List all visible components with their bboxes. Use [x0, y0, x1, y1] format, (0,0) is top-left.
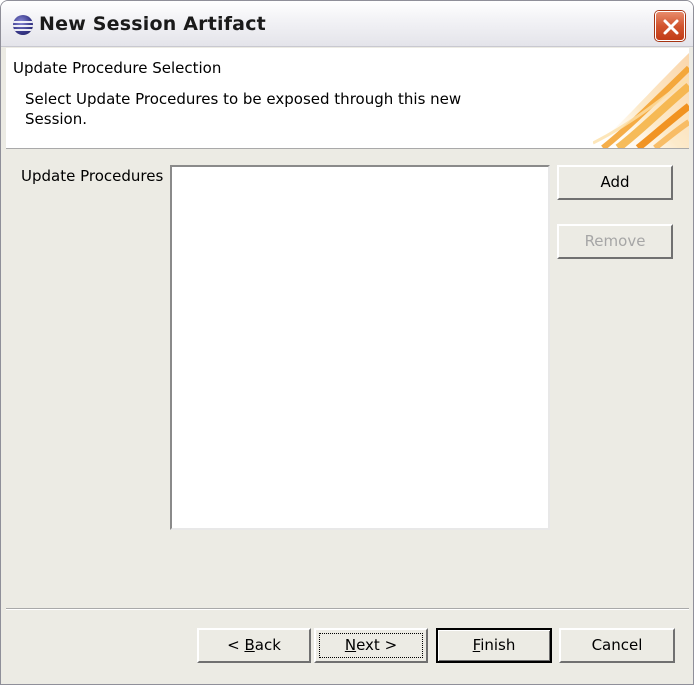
- window-title: New Session Artifact: [39, 13, 266, 35]
- finish-rest: inish: [480, 636, 516, 654]
- page-title: Update Procedure Selection: [13, 59, 222, 77]
- next-button[interactable]: Next >: [314, 628, 428, 663]
- dialog-window: New Session Artifact Update Procedure Se…: [0, 0, 694, 685]
- back-button[interactable]: < Back: [197, 628, 311, 663]
- focus-ring: [319, 633, 423, 658]
- eclipse-icon: [13, 15, 33, 35]
- wizard-banner-graphic: [593, 53, 689, 148]
- back-rest: ack: [254, 636, 281, 654]
- close-button[interactable]: [655, 11, 685, 41]
- add-button[interactable]: Add: [557, 165, 673, 200]
- cancel-button[interactable]: Cancel: [559, 628, 675, 663]
- page-description: Select Update Procedures to be exposed t…: [25, 90, 462, 128]
- finish-button[interactable]: Finish: [436, 628, 552, 663]
- close-icon: [663, 19, 679, 35]
- back-prefix: <: [227, 636, 245, 654]
- footer-separator: [6, 608, 689, 610]
- update-procedures-list[interactable]: [170, 165, 550, 530]
- wizard-header: Update Procedure Selection Select Update…: [6, 48, 689, 149]
- remove-button[interactable]: Remove: [557, 224, 673, 259]
- back-mnemonic: B: [244, 636, 255, 654]
- update-procedures-label: Update Procedures: [21, 167, 164, 185]
- title-bar[interactable]: New Session Artifact: [1, 1, 693, 47]
- wizard-body: Update Procedures Add Remove: [6, 150, 689, 608]
